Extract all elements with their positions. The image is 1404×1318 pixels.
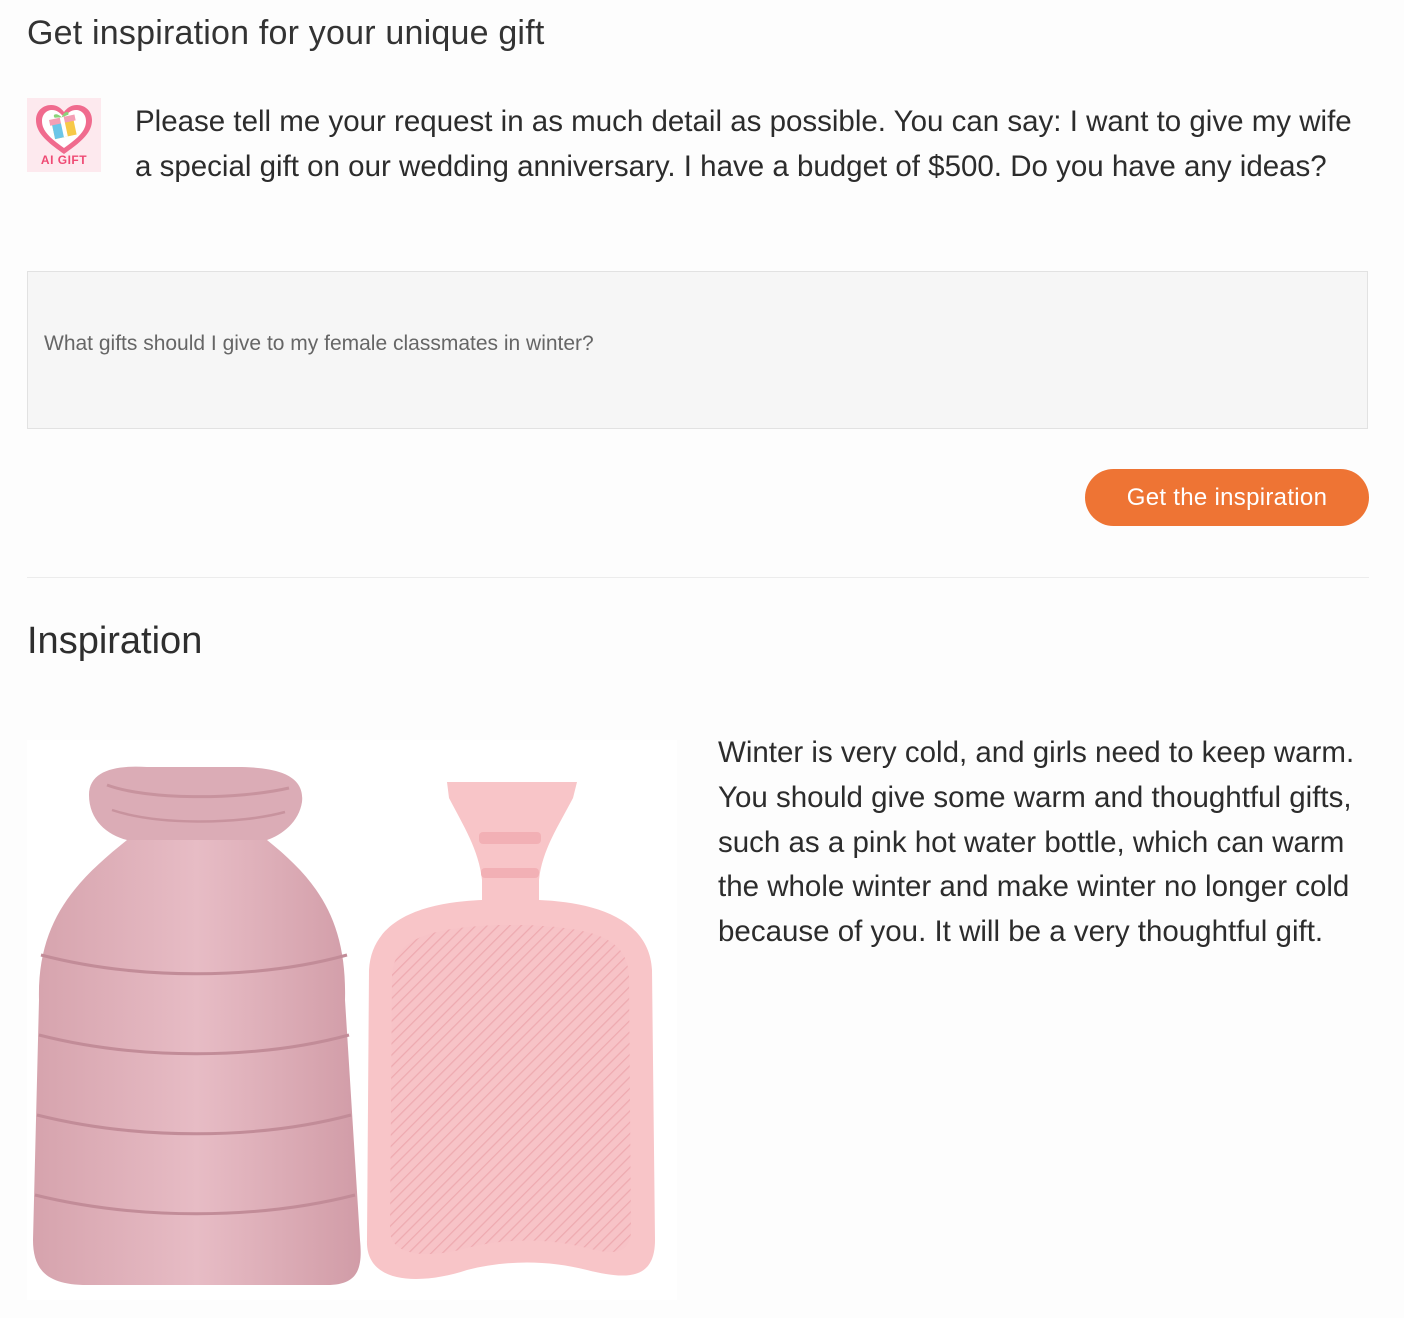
request-textarea[interactable] [27, 271, 1368, 429]
request-input[interactable] [44, 332, 1344, 356]
rubber-bottle [366, 782, 655, 1279]
pink-hot-water-bottle-image [27, 740, 677, 1300]
inspiration-text: Winter is very cold, and girls need to k… [718, 736, 1355, 949]
page-title: Get inspiration for your unique gift [27, 14, 545, 52]
assistant-prompt: Please tell me your request in as much d… [135, 105, 1352, 183]
logo-label: AI GIFT [40, 153, 88, 167]
get-inspiration-button[interactable]: Get the inspiration [1085, 469, 1369, 526]
inspiration-heading: Inspiration [27, 620, 203, 662]
section-divider [27, 577, 1369, 578]
plush-bottle [33, 766, 361, 1285]
ai-gift-logo: AI GIFT [27, 98, 101, 172]
